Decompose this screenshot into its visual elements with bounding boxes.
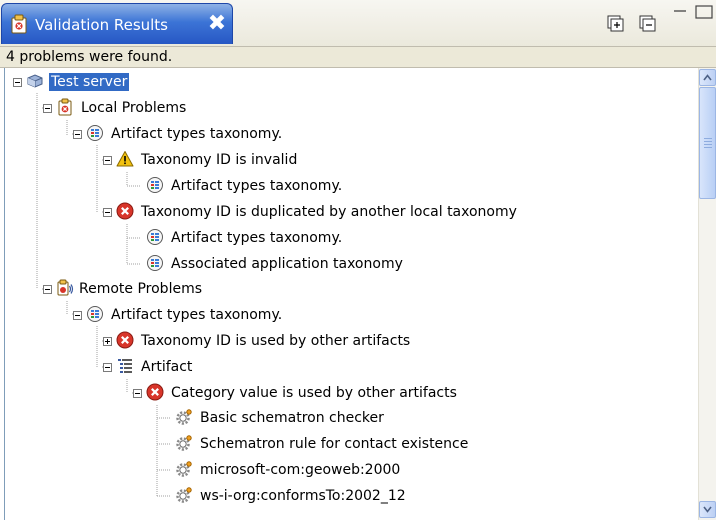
node-label: Artifact types taxonomy.: [171, 178, 343, 194]
collapse-toggle[interactable]: [103, 363, 112, 372]
validation-icon: [56, 98, 74, 116]
tree-leaf-rule[interactable]: Schematron rule for contact existence: [5, 433, 699, 455]
error-icon: [146, 383, 164, 401]
node-label: microsoft-com:geoweb:2000: [200, 462, 401, 478]
collapse-toggle[interactable]: [13, 78, 22, 87]
node-label: Category value is used by other artifact…: [171, 385, 457, 401]
list-icon: [116, 357, 134, 375]
node-label: Artifact types taxonomy.: [111, 307, 283, 323]
tree-node-artifact[interactable]: Artifact: [5, 356, 699, 378]
status-text: 4 problems were found.: [6, 49, 173, 65]
node-label: Associated application taxonomy: [171, 256, 403, 272]
grip-line: [704, 138, 712, 139]
node-label: Schematron rule for contact existence: [200, 436, 469, 452]
node-label: ws-i-org:conformsTo:2002_12: [200, 488, 406, 504]
tree-leaf-taxonomy[interactable]: Artifact types taxonomy.: [5, 227, 699, 249]
error-icon: [116, 331, 134, 349]
taxonomy-icon: [146, 254, 164, 272]
node-label: Remote Problems: [79, 281, 202, 297]
collapse-toggle[interactable]: [73, 130, 82, 139]
server-icon: [26, 72, 44, 90]
gear-icon: [175, 460, 193, 478]
tree-leaf-rule[interactable]: Basic schematron checker: [5, 407, 699, 429]
vertical-scrollbar[interactable]: [698, 68, 716, 520]
tree-leaf-rule[interactable]: ws-i-org:conformsTo:2002_12: [5, 485, 699, 507]
scroll-down-icon[interactable]: [699, 501, 716, 518]
tree-leaf-taxonomy[interactable]: Artifact types taxonomy.: [5, 175, 699, 197]
node-label: Taxonomy ID is invalid: [141, 152, 298, 168]
expand-toggle[interactable]: [103, 337, 112, 346]
validation-icon: [11, 14, 27, 34]
tab-title: Validation Results: [35, 16, 169, 34]
tab-validation-results[interactable]: Validation Results ✖: [1, 3, 233, 44]
tree-node-error[interactable]: Taxonomy ID is duplicated by another loc…: [5, 201, 699, 223]
taxonomy-icon: [86, 305, 104, 323]
grip-line: [704, 141, 712, 142]
tree-node-error[interactable]: Taxonomy ID is used by other artifacts: [5, 330, 699, 352]
expand-all-icon[interactable]: [604, 12, 626, 34]
tree-node-taxonomy[interactable]: Artifact types taxonomy.: [5, 123, 699, 145]
collapse-toggle[interactable]: [43, 104, 52, 113]
tree-node-server[interactable]: Test server: [5, 71, 699, 93]
gear-icon: [175, 486, 193, 504]
tree-node-taxonomy[interactable]: Artifact types taxonomy.: [5, 304, 699, 326]
node-label: Taxonomy ID is duplicated by another loc…: [141, 204, 517, 220]
node-label: Test server: [49, 73, 130, 91]
tree-node-remote-problems[interactable]: Remote Problems: [5, 278, 699, 300]
collapse-toggle[interactable]: [73, 311, 82, 320]
tree-node-warning[interactable]: Taxonomy ID is invalid: [5, 149, 699, 171]
minimize-icon[interactable]: [670, 3, 692, 25]
remote-validation-icon: [56, 279, 74, 297]
status-bar: 4 problems were found.: [0, 46, 716, 68]
grip-line: [704, 144, 712, 145]
collapse-all-icon[interactable]: [636, 12, 658, 34]
error-icon: [116, 202, 134, 220]
tree-node-error[interactable]: Category value is used by other artifact…: [5, 382, 699, 404]
scrollbar-thumb[interactable]: [699, 87, 716, 199]
node-label: Artifact types taxonomy.: [111, 126, 283, 142]
node-label: Local Problems: [81, 100, 187, 116]
view-title-bar: Validation Results ✖: [0, 0, 716, 46]
tree-node-local-problems[interactable]: Local Problems: [5, 97, 699, 119]
taxonomy-icon: [146, 176, 164, 194]
tree-leaf-taxonomy[interactable]: Associated application taxonomy: [5, 253, 699, 275]
warning-icon: [116, 150, 134, 168]
node-label: Artifact: [141, 359, 193, 375]
node-label: Taxonomy ID is used by other artifacts: [141, 333, 411, 349]
maximize-icon[interactable]: [692, 3, 716, 25]
gear-icon: [175, 434, 193, 452]
gear-icon: [175, 408, 193, 426]
taxonomy-icon: [86, 124, 104, 142]
collapse-toggle[interactable]: [43, 285, 52, 294]
collapse-toggle[interactable]: [133, 389, 142, 398]
collapse-toggle[interactable]: [103, 208, 112, 217]
results-tree[interactable]: Test server Local Problems Artifact type…: [4, 68, 699, 520]
tree-leaf-rule[interactable]: microsoft-com:geoweb:2000: [5, 459, 699, 481]
grip-line: [704, 147, 712, 148]
collapse-toggle[interactable]: [103, 156, 112, 165]
node-label: Artifact types taxonomy.: [171, 230, 343, 246]
close-icon[interactable]: ✖: [205, 11, 229, 37]
node-label: Basic schematron checker: [200, 410, 384, 426]
taxonomy-icon: [146, 228, 164, 246]
scroll-up-icon[interactable]: [699, 69, 716, 86]
